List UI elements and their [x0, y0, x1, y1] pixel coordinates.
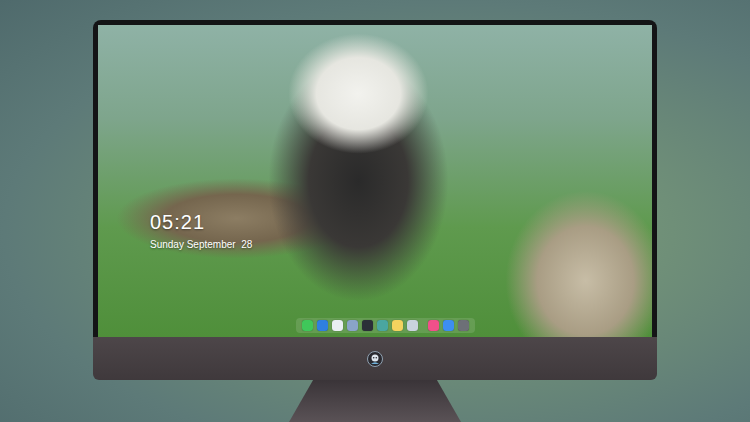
dock-extras — [428, 320, 469, 331]
dock — [296, 318, 475, 333]
app-icon[interactable] — [302, 320, 313, 331]
app-icon[interactable] — [392, 320, 403, 331]
app-icon[interactable] — [347, 320, 358, 331]
app-icon[interactable] — [317, 320, 328, 331]
lock-screen-clock: 05:21 Sunday September 28 — [98, 25, 652, 318]
wallpaper-photo: 05:21 Sunday September 28 — [98, 25, 652, 337]
app-icon[interactable] — [428, 320, 439, 331]
clock-time: 05:21 — [150, 210, 652, 234]
app-icon[interactable] — [362, 320, 373, 331]
monitor-chin — [93, 337, 657, 380]
app-icon[interactable] — [377, 320, 388, 331]
clock-date: Sunday September 28 — [150, 238, 652, 251]
page: 05:21 Sunday September 28 — [0, 0, 750, 422]
app-icon[interactable] — [407, 320, 418, 331]
app-icon[interactable] — [332, 320, 343, 331]
monitor-stand — [289, 380, 461, 422]
app-icon[interactable] — [443, 320, 454, 331]
monitor-bezel: 05:21 Sunday September 28 — [93, 20, 657, 337]
app-icon[interactable] — [458, 320, 469, 331]
logo-icon — [367, 351, 383, 367]
dock-apps — [302, 320, 418, 331]
